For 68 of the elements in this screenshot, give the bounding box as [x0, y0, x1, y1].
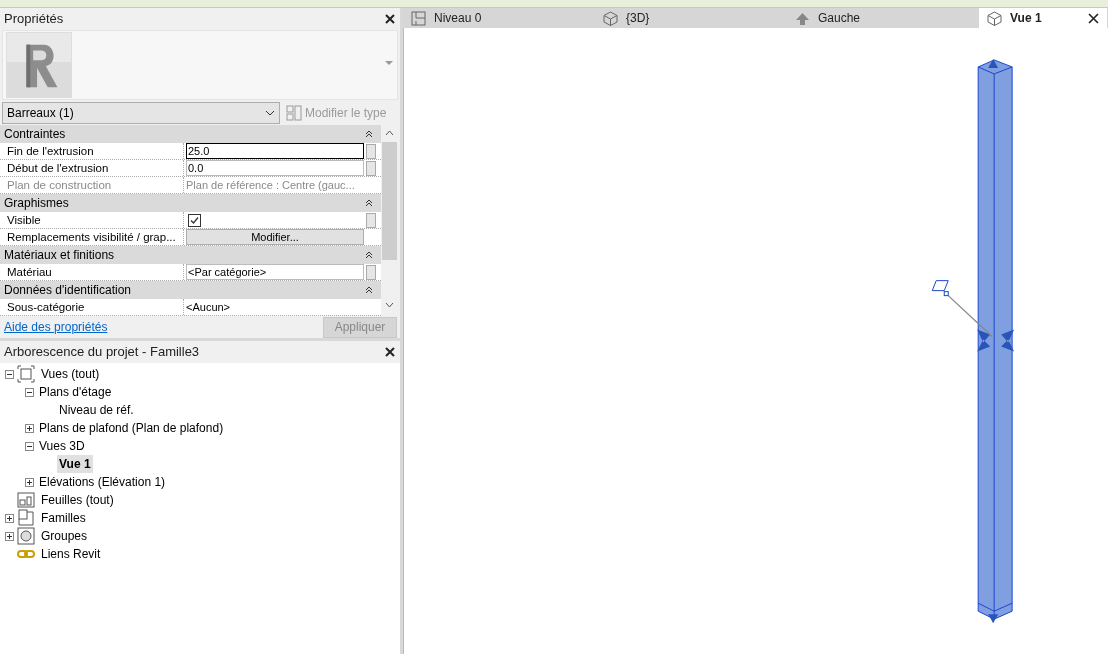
views-icon [17, 365, 35, 383]
family-icon [17, 509, 35, 527]
group-header: Graphismes [4, 195, 69, 212]
cell-button[interactable] [366, 212, 376, 228]
collapse-icon[interactable] [365, 251, 373, 259]
close-icon[interactable] [384, 13, 396, 25]
tree-item[interactable]: Groupes [39, 527, 90, 545]
tree-item[interactable]: Familles [39, 509, 88, 527]
expand-icon[interactable] [5, 513, 14, 523]
cell-button[interactable] [366, 143, 376, 159]
expand-icon[interactable] [5, 531, 14, 541]
collapse-icon[interactable] [365, 199, 373, 207]
property-label: Début de l'extrusion [0, 160, 184, 176]
group-header: Contraintes [4, 126, 66, 143]
cell-button[interactable] [366, 160, 376, 176]
property-label: Plan de construction [0, 177, 184, 193]
floor-plan-icon [411, 10, 426, 26]
collapse-icon[interactable] [365, 130, 373, 138]
dropdown-arrow-icon[interactable] [385, 61, 393, 65]
tree-item[interactable]: Vues 3D [37, 437, 87, 455]
property-label: Sous-catégorie [0, 299, 184, 315]
modify-button[interactable]: Modifier... [186, 229, 364, 245]
checkbox[interactable] [188, 213, 201, 227]
tree-item[interactable]: Niveau de réf. [57, 401, 136, 419]
tree-item[interactable]: Plans de plafond (Plan de plafond) [37, 419, 226, 437]
property-value: <Aucun> [186, 299, 231, 315]
cube-icon [603, 10, 618, 26]
tree-item[interactable]: Vue 1 [57, 455, 93, 473]
collapse-icon[interactable] [5, 369, 14, 379]
view-tab[interactable]: Gauche [787, 8, 979, 28]
column-drawing[interactable] [977, 58, 1015, 624]
value-field[interactable]: <Par catégorie> [186, 264, 364, 280]
work-plane-icon[interactable] [931, 280, 949, 297]
close-icon[interactable] [384, 346, 396, 358]
type-selector[interactable]: Barreaux (1) [2, 102, 280, 124]
leader-line [947, 294, 993, 338]
expand-icon[interactable] [25, 423, 34, 433]
view-tab[interactable]: Vue 1 [979, 8, 1107, 28]
property-label: Visible [0, 212, 184, 228]
property-label: Matériau [0, 264, 184, 280]
tree-item[interactable]: Feuilles (tout) [39, 491, 116, 509]
chevron-down-icon [265, 110, 275, 116]
cell-button[interactable] [366, 264, 376, 280]
tree-item[interactable]: Elévations (Elévation 1) [37, 473, 168, 491]
collapse-icon[interactable] [25, 441, 34, 451]
value-field[interactable]: 0.0 [186, 160, 364, 176]
tree-item[interactable]: Vues (tout) [39, 365, 102, 383]
help-link[interactable]: Aide des propriétés [0, 318, 108, 336]
property-value: Plan de référence : Centre (gauc... [186, 177, 355, 193]
tree-item[interactable]: Plans d'étage [37, 383, 114, 401]
property-label: Remplacements visibilité / grap... [0, 229, 184, 245]
group-icon [17, 527, 35, 545]
collapse-icon[interactable] [365, 286, 373, 294]
property-label: Fin de l'extrusion [0, 143, 184, 159]
panel-title: Propriétés [4, 10, 64, 29]
collapse-icon[interactable] [25, 387, 34, 397]
view-tab[interactable]: {3D} [595, 8, 787, 28]
group-header: Données d'identification [4, 282, 132, 299]
panel-title: Arborescence du projet - Famille3 [4, 343, 200, 362]
sheet-icon [17, 491, 35, 509]
value-field[interactable]: 25.0 [186, 143, 364, 159]
view-tab[interactable]: Niveau 0 [403, 8, 595, 28]
group-header: Matériaux et finitions [4, 247, 115, 264]
close-icon[interactable] [1088, 12, 1099, 24]
cube-icon [987, 10, 1002, 26]
type-icon [286, 104, 302, 121]
tree-item[interactable]: Liens Revit [39, 545, 103, 563]
expand-icon[interactable] [25, 477, 34, 487]
